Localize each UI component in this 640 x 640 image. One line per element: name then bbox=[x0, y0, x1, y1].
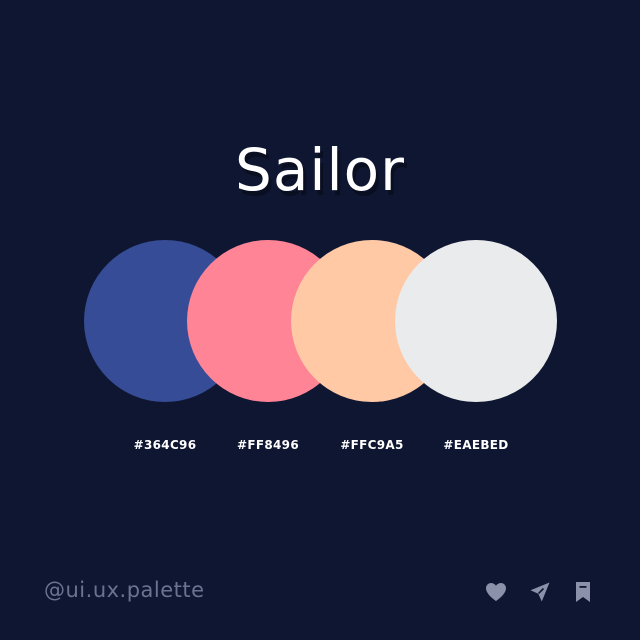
palette-title: Sailor bbox=[235, 136, 405, 204]
hex-label-1: #364C96 bbox=[133, 438, 197, 452]
color-swatch-4 bbox=[395, 240, 557, 402]
bookmark-icon[interactable] bbox=[571, 580, 595, 604]
hex-label-3: #FFC9A5 bbox=[340, 438, 404, 452]
heart-icon[interactable] bbox=[484, 580, 508, 604]
account-handle[interactable]: @ui.ux.palette bbox=[44, 578, 205, 602]
hex-label-2: #FF8496 bbox=[237, 438, 299, 452]
hex-label-4: #EAEBED bbox=[443, 438, 509, 452]
send-icon[interactable] bbox=[528, 580, 552, 604]
